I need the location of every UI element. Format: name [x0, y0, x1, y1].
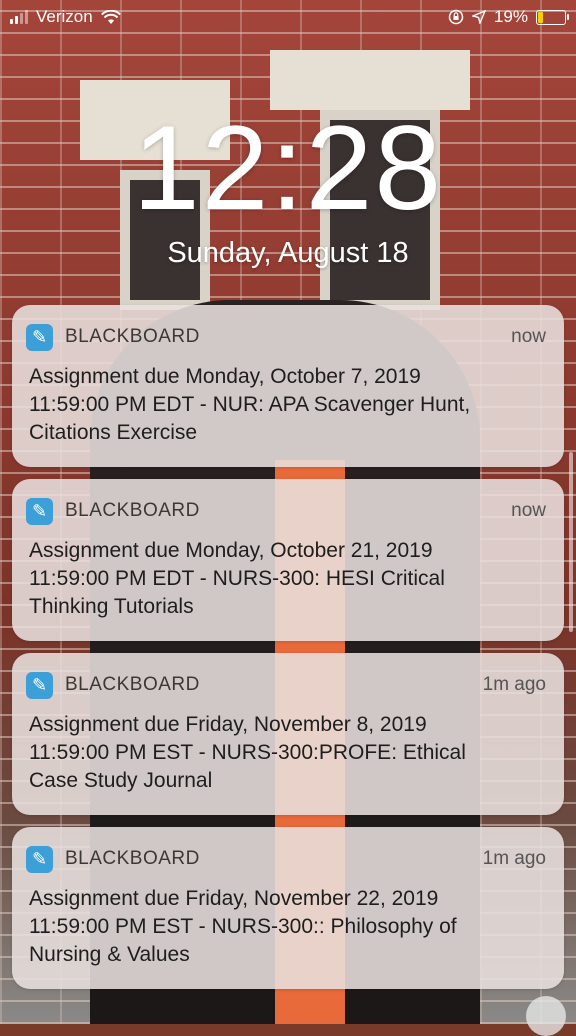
- notification-line: 11:59:00 PM EST - NURS-300:PROFE: Ethica…: [29, 741, 466, 764]
- notification-card[interactable]: ✎ BLACKBOARD 1m ago Assignment due Frida…: [12, 653, 564, 815]
- location-icon: [471, 10, 486, 24]
- notification-line: Case Study Journal: [29, 769, 213, 792]
- notification-time: now: [511, 500, 546, 521]
- notification-time: now: [511, 326, 546, 347]
- blackboard-app-icon: ✎: [26, 323, 53, 351]
- notification-body: Assignment due Monday, October 7, 2019 1…: [29, 363, 546, 447]
- lockscreen-time: 12:28: [132, 101, 444, 235]
- notification-app-name: BLACKBOARD: [65, 674, 200, 695]
- notification-line: Thinking Tutorials: [29, 595, 194, 618]
- notification-line: Assignment due Friday, November 22, 2019: [29, 887, 439, 910]
- blackboard-app-icon: ✎: [26, 497, 53, 525]
- notification-line: 11:59:00 PM EST - NURS-300:: Philosophy …: [29, 915, 457, 938]
- notification-card[interactable]: ✎ BLACKBOARD now Assignment due Monday, …: [12, 479, 564, 641]
- notification-app-name: BLACKBOARD: [65, 500, 200, 521]
- notification-line: Assignment due Monday, October 21, 2019: [29, 539, 433, 562]
- notification-body: Assignment due Friday, November 22, 2019…: [29, 885, 546, 969]
- notification-app-name: BLACKBOARD: [65, 848, 200, 869]
- battery-percent: 19%: [493, 7, 528, 26]
- signal-icon: [10, 10, 28, 24]
- status-bar: Verizon 19%: [0, 0, 576, 34]
- notification-app-name: BLACKBOARD: [65, 326, 200, 347]
- blackboard-app-icon: ✎: [26, 671, 53, 699]
- carrier-label: Verizon: [36, 7, 93, 26]
- battery-icon: [536, 9, 569, 25]
- clear-notifications-button[interactable]: [526, 996, 566, 1036]
- notification-line: 11:59:00 PM EDT - NURS-300: HESI Critica…: [29, 567, 445, 590]
- notification-line: Nursing & Values: [29, 943, 190, 966]
- notification-line: Assignment due Monday, October 7, 2019: [29, 365, 421, 388]
- lockscreen-date: Sunday, August 18: [167, 237, 409, 269]
- orientation-lock-icon: [448, 9, 464, 25]
- notification-body: Assignment due Friday, November 8, 2019 …: [29, 711, 546, 795]
- blackboard-app-icon: ✎: [26, 845, 53, 873]
- battery-level-fill: [538, 11, 543, 23]
- notification-time: 1m ago: [482, 848, 546, 869]
- notification-card[interactable]: ✎ BLACKBOARD 1m ago Assignment due Frida…: [12, 827, 564, 989]
- notification-time: 1m ago: [482, 674, 546, 695]
- notification-card[interactable]: ✎ BLACKBOARD now Assignment due Monday, …: [12, 305, 564, 467]
- notification-line: Citations Exercise: [29, 421, 198, 444]
- scroll-indicator: [569, 452, 573, 632]
- notification-line: Assignment due Friday, November 8, 2019: [29, 713, 427, 736]
- wifi-icon: [100, 9, 121, 24]
- notification-body: Assignment due Monday, October 21, 2019 …: [29, 537, 546, 621]
- notification-line: 11:59:00 PM EDT - NUR: APA Scavenger Hun…: [29, 393, 471, 416]
